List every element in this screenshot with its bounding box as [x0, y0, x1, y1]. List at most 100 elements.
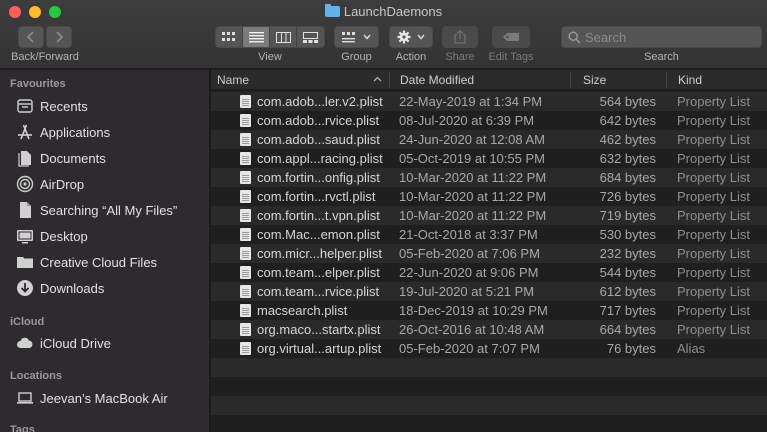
search-input[interactable] [585, 29, 755, 45]
back-button[interactable] [18, 26, 44, 48]
column-view-button[interactable] [270, 27, 297, 47]
table-row[interactable]: com.fortin...onfig.plist 10-Mar-2020 at 1… [211, 168, 767, 187]
list-view-button[interactable] [243, 27, 270, 47]
desktop-icon [16, 227, 34, 245]
sidebar-item-label: AirDrop [40, 176, 85, 192]
plist-file-icon [240, 247, 251, 260]
table-row[interactable]: com.fortin...rvctl.plist 10-Mar-2020 at 1… [211, 187, 767, 206]
chevron-left-icon [27, 31, 34, 43]
table-row[interactable]: com.micr...helper.plist 05-Feb-2020 at 7:… [211, 244, 767, 263]
sidebar-item-creative-cloud-files[interactable]: Creative Cloud Files [16, 251, 157, 273]
sidebar-item-all-my-files[interactable]: Searching “All My Files” [16, 199, 177, 221]
table-row[interactable]: com.fortin...t.vpn.plist 10-Mar-2020 at 1… [211, 206, 767, 225]
sidebar-item-label: Creative Cloud Files [40, 254, 158, 270]
empty-row [211, 396, 767, 415]
chevron-right-icon [56, 31, 63, 43]
view-label: View [258, 51, 282, 63]
action-label: Action [395, 51, 427, 63]
table-row[interactable]: com.adob...saud.plist 24-Jun-2020 at 12:0… [211, 130, 767, 149]
table-row[interactable]: com.team...elper.plist 22-Jun-2020 at 9:0… [211, 263, 767, 282]
tags-header: Tags [10, 424, 35, 432]
table-row[interactable]: com.team...rvice.plist 19-Jul-2020 at 5:2… [211, 282, 767, 301]
table-row[interactable]: org.virtual...artup.plist 05-Feb-2020 at … [211, 339, 767, 358]
search-field[interactable] [561, 26, 762, 48]
column-divider[interactable] [570, 73, 571, 87]
plist-file-icon [240, 209, 251, 222]
plist-file-icon [240, 266, 251, 279]
table-row[interactable]: com.adob...ler.v2.plist 22-May-2019 at 1:… [211, 92, 767, 111]
tag-icon [503, 33, 519, 41]
laptop-icon [16, 389, 34, 407]
column-header-date-modified[interactable]: Date Modified [400, 73, 474, 87]
search-label: Search [644, 51, 679, 63]
action-button[interactable] [389, 26, 433, 48]
table-row[interactable]: macsearch.plist 18-Dec-2019 at 10:29 PM 71… [211, 301, 767, 320]
documents-icon [16, 149, 34, 167]
sidebar-item-downloads[interactable]: Downloads [16, 277, 104, 299]
column-divider[interactable] [389, 73, 390, 87]
column-header-bar: Name Date Modified Size Kind [211, 70, 767, 90]
columns-icon [275, 31, 291, 43]
empty-row [211, 377, 767, 396]
table-row[interactable]: org.maco...startx.plist 26-Oct-2016 at 10… [211, 320, 767, 339]
alias-file-icon [240, 342, 251, 355]
column-header-size[interactable]: Size [583, 73, 606, 87]
plist-file-icon [240, 304, 251, 317]
column-header-name[interactable]: Name [217, 73, 249, 87]
file-list: Name Date Modified Size Kind com.adob...… [211, 70, 767, 432]
sidebar-item-airdrop[interactable]: AirDrop [16, 173, 84, 195]
window-title: LaunchDaemons [0, 4, 767, 19]
airdrop-icon [16, 175, 34, 193]
plist-file-icon [240, 133, 251, 146]
table-row[interactable]: com.appl...racing.plist 05-Oct-2019 at 10… [211, 149, 767, 168]
share-icon [454, 30, 466, 44]
icon-view-button[interactable] [216, 27, 243, 47]
chevron-down-icon [417, 34, 425, 40]
favourites-header: Favourites [10, 78, 66, 90]
file-rows: com.adob...ler.v2.plist 22-May-2019 at 1:… [211, 92, 767, 432]
sidebar-item-label: Jeevan’s MacBook Air [40, 390, 168, 406]
share-label: Share [445, 51, 475, 63]
table-row[interactable]: com.Mac...emon.plist 21-Oct-2018 at 3:37 … [211, 225, 767, 244]
plist-file-icon [240, 323, 251, 336]
cloud-icon [16, 334, 34, 352]
gallery-icon [303, 31, 318, 43]
plist-file-icon [240, 152, 251, 165]
document-icon [16, 201, 34, 219]
sidebar-item-macbook[interactable]: Jeevan’s MacBook Air [16, 387, 168, 409]
sidebar-item-label: Recents [40, 98, 88, 114]
sidebar-item-recents[interactable]: Recents [16, 95, 88, 117]
empty-row [211, 358, 767, 377]
table-row[interactable]: com.adob...rvice.plist 08-Jul-2020 at 6:3… [211, 111, 767, 130]
downloads-icon [16, 279, 34, 297]
gallery-view-button[interactable] [297, 27, 324, 47]
locations-header: Locations [10, 370, 62, 382]
sidebar-item-label: Downloads [40, 280, 105, 296]
plist-file-icon [240, 171, 251, 184]
sidebar-item-applications[interactable]: Applications [16, 121, 110, 143]
grid-icon [222, 31, 235, 41]
back-forward-label: Back/Forward [11, 51, 79, 63]
view-mode-control [215, 26, 325, 48]
sidebar-item-documents[interactable]: Documents [16, 147, 106, 169]
recents-icon [16, 97, 34, 115]
group-button[interactable] [334, 26, 379, 48]
edit-tags-button[interactable] [492, 26, 530, 48]
list-icon [248, 31, 264, 42]
search-icon [568, 30, 581, 44]
sidebar: Favourites Recents Applications Document… [0, 70, 210, 432]
forward-button[interactable] [46, 26, 72, 48]
edit-tags-label: Edit Tags [488, 51, 534, 63]
share-button[interactable] [442, 26, 478, 48]
plist-file-icon [240, 285, 251, 298]
sort-ascending-icon[interactable] [373, 76, 382, 82]
sidebar-item-label: Documents [40, 150, 106, 166]
plist-file-icon [240, 228, 251, 241]
plist-file-icon [240, 95, 251, 108]
column-divider[interactable] [666, 73, 667, 87]
sidebar-item-icloud-drive[interactable]: iCloud Drive [16, 332, 111, 354]
sidebar-item-desktop[interactable]: Desktop [16, 225, 88, 247]
applications-icon [16, 123, 34, 141]
column-header-kind[interactable]: Kind [678, 73, 702, 87]
group-label: Group [341, 51, 372, 63]
